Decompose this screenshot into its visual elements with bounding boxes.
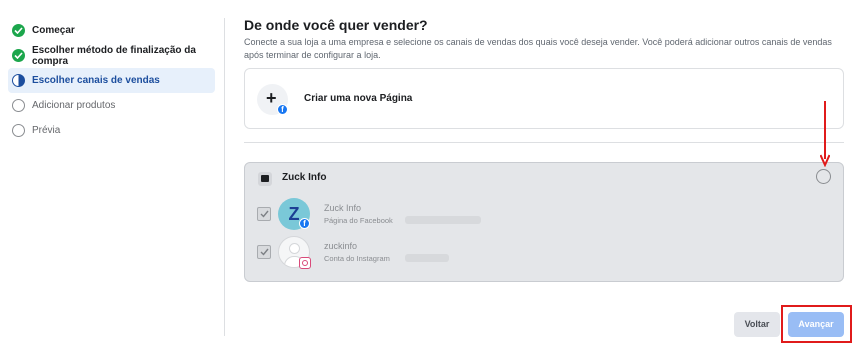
create-page-card[interactable]: + f Criar uma nova Página	[244, 68, 844, 129]
step-escolher-canais[interactable]: Escolher canais de vendas	[8, 68, 215, 93]
section-divider	[244, 142, 844, 143]
asset-facebook-page[interactable]: Z f Zuck Info Página do Facebook	[257, 198, 557, 232]
check-circle-icon	[12, 49, 25, 62]
step-label: Escolher canais de vendas	[32, 75, 160, 86]
page-description: Conecte a sua loja a uma empresa e selec…	[244, 37, 832, 60]
business-portfolio-icon	[258, 172, 272, 186]
redacted-text	[405, 216, 481, 224]
annotation-arrow-icon	[819, 101, 831, 172]
step-comecar[interactable]: Começar	[8, 18, 215, 43]
asset-instagram-account[interactable]: zuckinfo Conta do Instagram	[257, 236, 557, 270]
sidebar-divider	[224, 18, 225, 336]
create-page-icon: + f	[257, 84, 288, 115]
back-button[interactable]: Voltar	[734, 312, 780, 337]
annotation-highlight-box	[781, 305, 852, 343]
empty-circle-icon	[12, 99, 25, 112]
shop-setup-screen: Começar Escolher método de finalização d…	[0, 0, 856, 351]
asset-name: zuckinfo	[324, 241, 358, 251]
redacted-text	[405, 254, 449, 262]
create-page-label: Criar uma nova Página	[304, 93, 413, 104]
setup-steps-sidebar: Começar Escolher método de finalização d…	[0, 0, 225, 351]
empty-circle-icon	[12, 124, 25, 137]
business-card[interactable]: Zuck Info Z f Zuck Info Página do Facebo…	[244, 162, 844, 282]
step-label: Começar	[32, 25, 75, 36]
plus-icon: +	[266, 88, 277, 108]
step-label: Adicionar produtos	[32, 100, 116, 111]
business-name: Zuck Info	[282, 172, 327, 183]
step-label: Prévia	[32, 125, 61, 136]
facebook-icon: f	[299, 218, 310, 229]
half-circle-icon	[12, 74, 25, 87]
asset-name: Zuck Info	[324, 203, 362, 213]
step-label: Escolher método de finalização da compra	[32, 44, 196, 67]
page-title: De onde você quer vender?	[244, 17, 428, 33]
instagram-icon	[299, 257, 311, 269]
check-circle-icon	[12, 24, 25, 37]
step-escolher-metodo[interactable]: Escolher método de finalização da compra	[8, 43, 215, 68]
asset-subtitle: Conta do Instagram	[324, 254, 390, 263]
step-adicionar-produtos[interactable]: Adicionar produtos	[8, 93, 215, 118]
asset-checkbox[interactable]	[257, 207, 271, 221]
facebook-icon: f	[277, 104, 288, 115]
step-previa[interactable]: Prévia	[8, 118, 215, 143]
asset-subtitle: Página do Facebook	[324, 216, 393, 225]
steps-list: Começar Escolher método de finalização d…	[8, 18, 215, 143]
asset-checkbox[interactable]	[257, 245, 271, 259]
